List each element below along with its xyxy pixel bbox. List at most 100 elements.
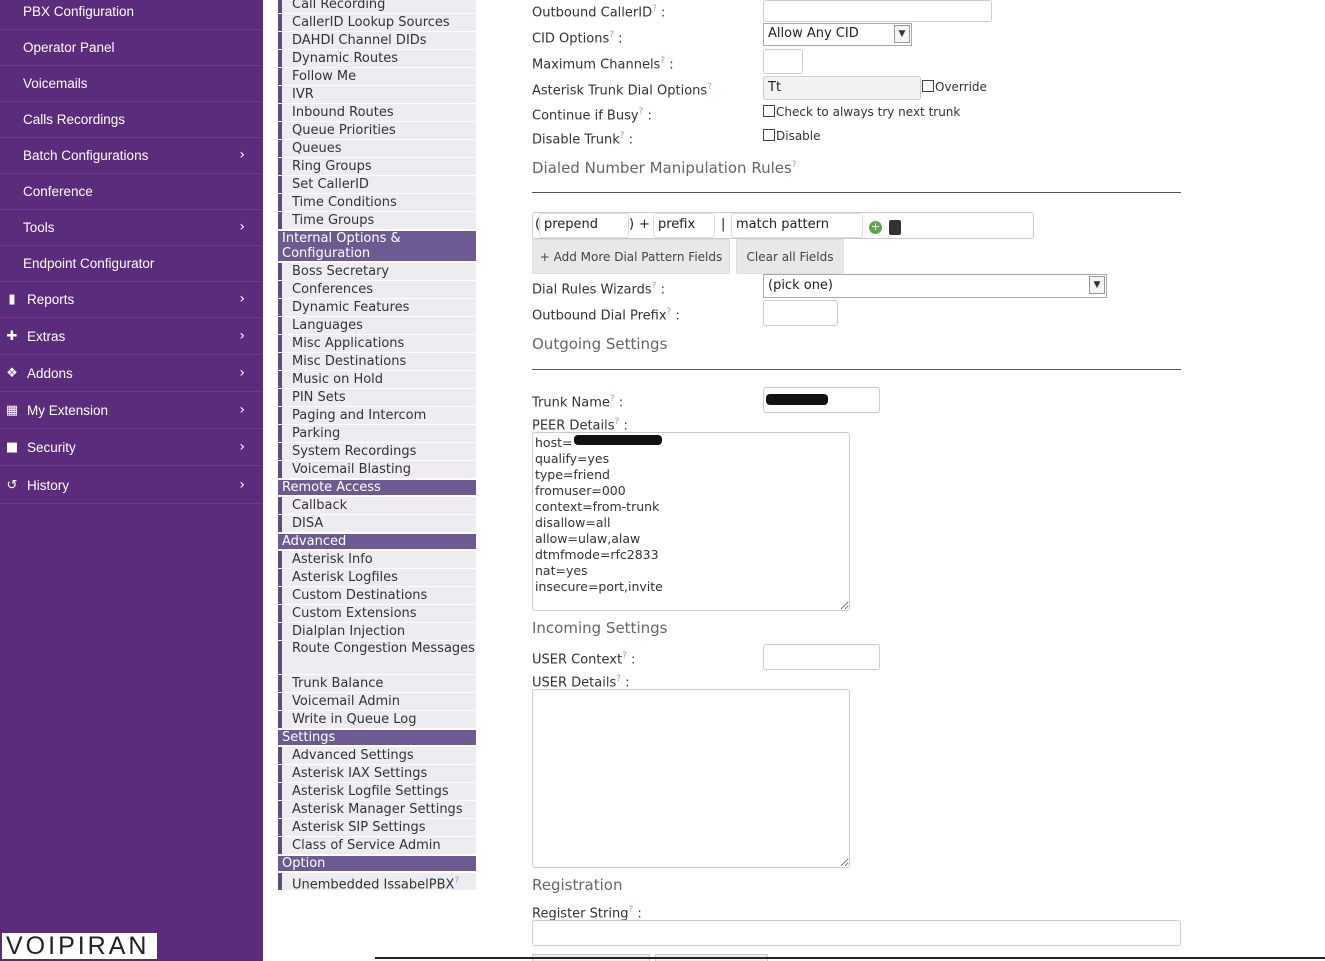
nav-item-history[interactable]: ↺ History › xyxy=(0,467,263,504)
menu-item-misc-applications[interactable]: Misc Applications xyxy=(278,335,476,352)
menu-item-trunk-balance[interactable]: Trunk Balance xyxy=(278,675,476,692)
menu-item-follow-me[interactable]: Follow Me xyxy=(278,68,476,85)
continue-busy-label: Continue if Busy? : xyxy=(532,107,652,124)
menu-item-conferences[interactable]: Conferences xyxy=(278,281,476,298)
menu-item-write-in-queue-log[interactable]: Write in Queue Log xyxy=(278,711,476,728)
menu-item-dialplan-injection[interactable]: Dialplan Injection xyxy=(278,623,476,640)
prefix-input[interactable]: prefix xyxy=(653,213,715,238)
outbound-callerid-input[interactable] xyxy=(763,0,992,22)
menu-item-unembedded-issabelpbx[interactable]: Unembedded IssabelPBX? xyxy=(278,873,476,892)
continue-busy-checkbox[interactable]: Check to always try next trunk xyxy=(763,105,960,119)
menu-item-system-recordings[interactable]: System Recordings xyxy=(278,443,476,460)
nav-item-batch-configurations[interactable]: Batch Configurations › xyxy=(0,137,263,174)
nav-item-reports[interactable]: ▮ Reports › xyxy=(0,281,263,318)
help-icon[interactable]: ? xyxy=(454,876,459,886)
menu-item-route-congestion-messages[interactable]: Route Congestion Messages xyxy=(278,641,476,674)
help-icon[interactable]: ? xyxy=(652,4,657,14)
menu-item-call-recording[interactable]: Call Recording xyxy=(278,0,476,13)
menu-item-time-conditions[interactable]: Time Conditions xyxy=(278,194,476,211)
menu-item-dynamic-routes[interactable]: Dynamic Routes xyxy=(278,50,476,67)
menu-item-asterisk-logfile-settings[interactable]: Asterisk Logfile Settings xyxy=(278,783,476,800)
nav-item-endpoint-configurator[interactable]: Endpoint Configurator xyxy=(0,245,263,282)
help-icon[interactable]: ? xyxy=(616,674,621,684)
menu-item-ivr[interactable]: IVR xyxy=(278,86,476,103)
outbound-prefix-input[interactable] xyxy=(763,300,838,326)
cid-options-select[interactable]: Allow Any CID ▼ xyxy=(763,23,912,46)
checkbox-box[interactable] xyxy=(763,105,775,117)
help-icon[interactable]: ? xyxy=(639,107,644,117)
menu-item-boss-secretary[interactable]: Boss Secretary xyxy=(278,263,476,280)
menu-item-class-of-service-admin[interactable]: Class of Service Admin xyxy=(278,837,476,854)
help-icon[interactable]: ? xyxy=(615,417,620,427)
help-icon[interactable]: ? xyxy=(610,394,615,404)
menu-item-callerid-lookup-sources[interactable]: CallerID Lookup Sources xyxy=(278,14,476,31)
menu-item-asterisk-manager-settings[interactable]: Asterisk Manager Settings xyxy=(278,801,476,818)
nav-item-operator-panel[interactable]: Operator Panel xyxy=(0,29,263,66)
override-checkbox[interactable]: Override xyxy=(922,80,987,94)
nav-item-security[interactable]: ■ Security › xyxy=(0,429,263,466)
menu-item-pin-sets[interactable]: PIN Sets xyxy=(278,389,476,406)
menu-item-inbound-routes[interactable]: Inbound Routes xyxy=(278,104,476,121)
nav-item-extras[interactable]: ✚ Extras › xyxy=(0,318,263,355)
nav-item-voicemails[interactable]: Voicemails xyxy=(0,65,263,102)
match-pattern-input[interactable]: match pattern xyxy=(731,213,863,238)
menu-section-internal-options-configuration: Internal Options & Configuration xyxy=(278,231,476,261)
user-details-textarea[interactable] xyxy=(532,689,850,868)
help-icon[interactable]: ? xyxy=(622,651,627,661)
menu-item-advanced-settings[interactable]: Advanced Settings xyxy=(278,747,476,764)
help-icon[interactable]: ? xyxy=(628,905,633,915)
menu-item-asterisk-sip-settings[interactable]: Asterisk SIP Settings xyxy=(278,819,476,836)
help-icon[interactable]: ? xyxy=(609,30,614,40)
menu-item-dahdi-channel-dids[interactable]: DAHDI Channel DIDs xyxy=(278,32,476,49)
disable-trunk-checkbox[interactable]: Disable xyxy=(763,129,821,143)
nav-item-tools[interactable]: Tools › xyxy=(0,209,263,246)
menu-item-ring-groups[interactable]: Ring Groups xyxy=(278,158,476,175)
menu-item-dynamic-features[interactable]: Dynamic Features xyxy=(278,299,476,316)
help-icon[interactable]: ? xyxy=(652,281,657,291)
clear-all-fields-button[interactable]: Clear all Fields xyxy=(736,239,844,274)
menu-item-parking[interactable]: Parking xyxy=(278,425,476,442)
add-pattern-icon[interactable]: + xyxy=(869,221,882,234)
dial-wizard-select[interactable]: (pick one) ▼ xyxy=(763,274,1107,298)
checkbox-box[interactable] xyxy=(763,129,775,141)
menu-item-callback[interactable]: Callback xyxy=(278,497,476,514)
help-icon[interactable]: ? xyxy=(792,160,797,170)
help-icon[interactable]: ? xyxy=(707,82,712,92)
menu-item-music-on-hold[interactable]: Music on Hold xyxy=(278,371,476,388)
nav-item-pbx-configuration[interactable]: PBX Configuration xyxy=(0,0,263,30)
menu-item-paging-and-intercom[interactable]: Paging and Intercom xyxy=(278,407,476,424)
checkbox-box[interactable] xyxy=(922,80,934,92)
peer-details-textarea[interactable] xyxy=(532,432,850,611)
menu-item-custom-extensions[interactable]: Custom Extensions xyxy=(278,605,476,622)
menu-item-voicemail-admin[interactable]: Voicemail Admin xyxy=(278,693,476,710)
menu-item-asterisk-logfiles[interactable]: Asterisk Logfiles xyxy=(278,569,476,586)
nav-item-label: Extras xyxy=(27,328,66,344)
menu-item-asterisk-info[interactable]: Asterisk Info xyxy=(278,551,476,568)
prepend-input[interactable]: prepend xyxy=(539,213,629,238)
help-icon[interactable]: ? xyxy=(667,307,672,317)
menu-item-voicemail-blasting[interactable]: Voicemail Blasting xyxy=(278,461,476,478)
trash-icon[interactable] xyxy=(889,220,901,235)
user-context-label: USER Context? : xyxy=(532,651,636,668)
trunk-dial-options-input[interactable]: Tt xyxy=(763,76,921,100)
menu-item-set-callerid[interactable]: Set CallerID xyxy=(278,176,476,193)
nav-item-conference[interactable]: Conference xyxy=(0,173,263,210)
menu-item-label: Call Recording xyxy=(292,0,386,12)
menu-item-queue-priorities[interactable]: Queue Priorities xyxy=(278,122,476,139)
nav-item-my-extension[interactable]: ▦ My Extension › xyxy=(0,392,263,429)
help-icon[interactable]: ? xyxy=(620,131,625,141)
add-more-dial-pattern-button[interactable]: + Add More Dial Pattern Fields xyxy=(532,239,730,274)
menu-item-misc-destinations[interactable]: Misc Destinations xyxy=(278,353,476,370)
menu-item-time-groups[interactable]: Time Groups xyxy=(278,212,476,229)
nav-item-calls-recordings[interactable]: Calls Recordings xyxy=(0,101,263,138)
help-icon[interactable]: ? xyxy=(660,56,665,66)
register-string-input[interactable] xyxy=(532,920,1181,946)
user-context-input[interactable] xyxy=(763,644,880,670)
menu-item-custom-destinations[interactable]: Custom Destinations xyxy=(278,587,476,604)
menu-item-languages[interactable]: Languages xyxy=(278,317,476,334)
menu-item-disa[interactable]: DISA xyxy=(278,515,476,532)
nav-item-addons[interactable]: ❖ Addons › xyxy=(0,355,263,392)
max-channels-input[interactable] xyxy=(763,49,803,74)
menu-item-queues[interactable]: Queues xyxy=(278,140,476,157)
menu-item-asterisk-iax-settings[interactable]: Asterisk IAX Settings xyxy=(278,765,476,782)
